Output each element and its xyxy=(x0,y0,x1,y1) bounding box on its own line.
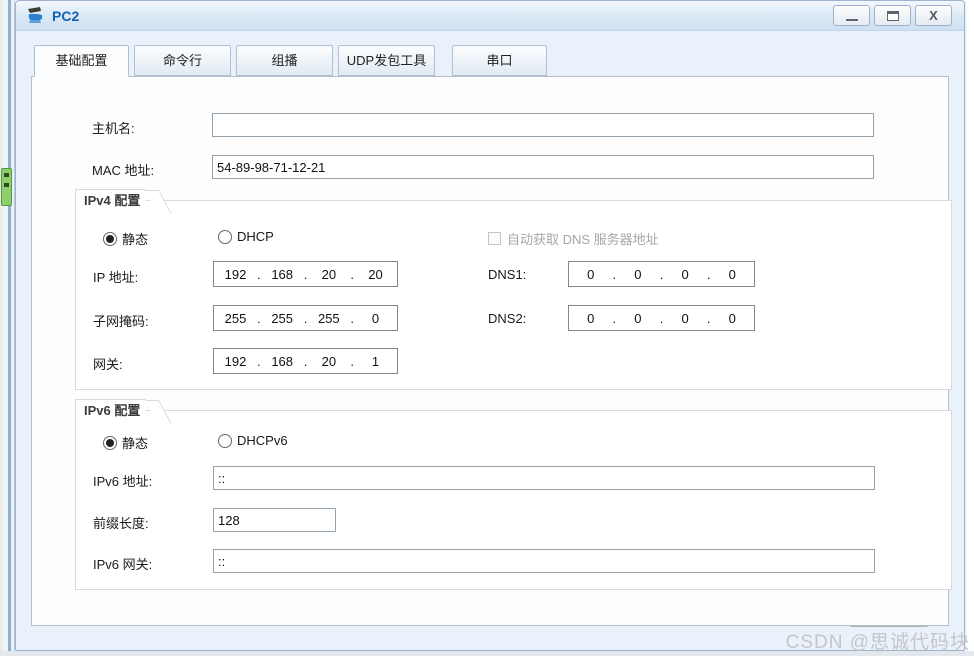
ip-address-input[interactable]: 192. 168. 20. 20 xyxy=(213,261,398,287)
ipv6-group: IPv6 配置 静态 DHCPv6 IPv6 地址: 前缀长度: IPv6 网关… xyxy=(75,399,952,590)
prefix-length-input[interactable] xyxy=(213,508,336,532)
tab-basic-config[interactable]: 基础配置 xyxy=(34,45,129,77)
ip-address-label: IP 地址: xyxy=(93,270,139,285)
tab-udp-tool[interactable]: UDP发包工具 xyxy=(338,45,435,76)
titlebar[interactable]: PC2 X xyxy=(16,1,964,31)
basic-config-panel: 主机名: MAC 地址: IPv4 配置 静态 DHCP 自动获取 DNS 服务 xyxy=(31,76,952,626)
ipv4-dhcp-radio[interactable]: DHCP xyxy=(218,229,274,244)
hostname-input[interactable] xyxy=(212,113,874,137)
ipv4-group: IPv4 配置 静态 DHCP 自动获取 DNS 服务器地址 IP 地址: 19… xyxy=(75,189,952,390)
ipv6-address-label: IPv6 地址: xyxy=(93,474,153,489)
ipv6-gateway-input[interactable] xyxy=(213,549,875,573)
tab-multicast[interactable]: 组播 xyxy=(236,45,333,76)
radio-icon xyxy=(103,231,117,246)
subnet-mask-input[interactable]: 255. 255. 255. 0 xyxy=(213,305,398,331)
dns1-label: DNS1: xyxy=(488,267,527,282)
ipv4-static-radio[interactable]: 静态 xyxy=(103,229,148,248)
ipv4-group-legend: IPv4 配置 xyxy=(75,189,147,212)
ipv6-static-radio[interactable]: 静态 xyxy=(103,433,148,452)
dns1-input[interactable]: 0.0.0.0 xyxy=(568,261,755,287)
close-icon: X xyxy=(929,8,938,23)
ipv6-dhcpv6-radio[interactable]: DHCPv6 xyxy=(218,433,288,448)
background-divider xyxy=(8,0,11,656)
dns-auto-checkbox: 自动获取 DNS 服务器地址 xyxy=(488,229,659,248)
close-button[interactable]: X xyxy=(915,5,952,26)
subnet-mask-label: 子网掩码: xyxy=(93,314,149,329)
maximize-icon xyxy=(886,10,899,21)
radio-icon xyxy=(218,433,232,448)
maximize-button[interactable] xyxy=(874,5,911,26)
radio-icon xyxy=(218,229,232,244)
window-title: PC2 xyxy=(52,7,80,24)
ipv6-address-input[interactable] xyxy=(213,466,875,490)
window-controls: X xyxy=(833,5,952,26)
tab-serial[interactable]: 串口 xyxy=(452,45,547,76)
background-window-strip xyxy=(0,0,15,656)
hostname-label: 主机名: xyxy=(92,121,135,136)
dns2-label: DNS2: xyxy=(488,311,527,326)
gateway-label: 网关: xyxy=(93,357,123,372)
minimize-icon xyxy=(845,18,858,21)
screen: PC2 X 基础配置 命令行 组播 UDP发包工具 串口 主机名: MAC 地址… xyxy=(0,0,974,656)
mac-input[interactable] xyxy=(212,155,874,179)
tab-command-line[interactable]: 命令行 xyxy=(134,45,231,76)
radio-icon xyxy=(103,435,117,450)
prefix-length-label: 前缀长度: xyxy=(93,516,149,531)
watermark-text: CSDN @思诚代码块 xyxy=(785,632,970,653)
pc-config-window: PC2 X 基础配置 命令行 组播 UDP发包工具 串口 主机名: MAC 地址… xyxy=(15,0,965,651)
ipv6-gateway-label: IPv6 网关: xyxy=(93,557,153,572)
mac-label: MAC 地址: xyxy=(92,163,155,178)
background-device-icon xyxy=(1,168,12,206)
checkbox-icon xyxy=(488,232,501,245)
dns2-input[interactable]: 0.0.0.0 xyxy=(568,305,755,331)
minimize-button[interactable] xyxy=(833,5,870,26)
gateway-input[interactable]: 192. 168. 20. 1 xyxy=(213,348,398,374)
tab-bar: 基础配置 命令行 组播 UDP发包工具 串口 xyxy=(34,45,547,77)
pc-icon xyxy=(28,6,43,23)
ipv6-group-legend: IPv6 配置 xyxy=(75,399,147,422)
